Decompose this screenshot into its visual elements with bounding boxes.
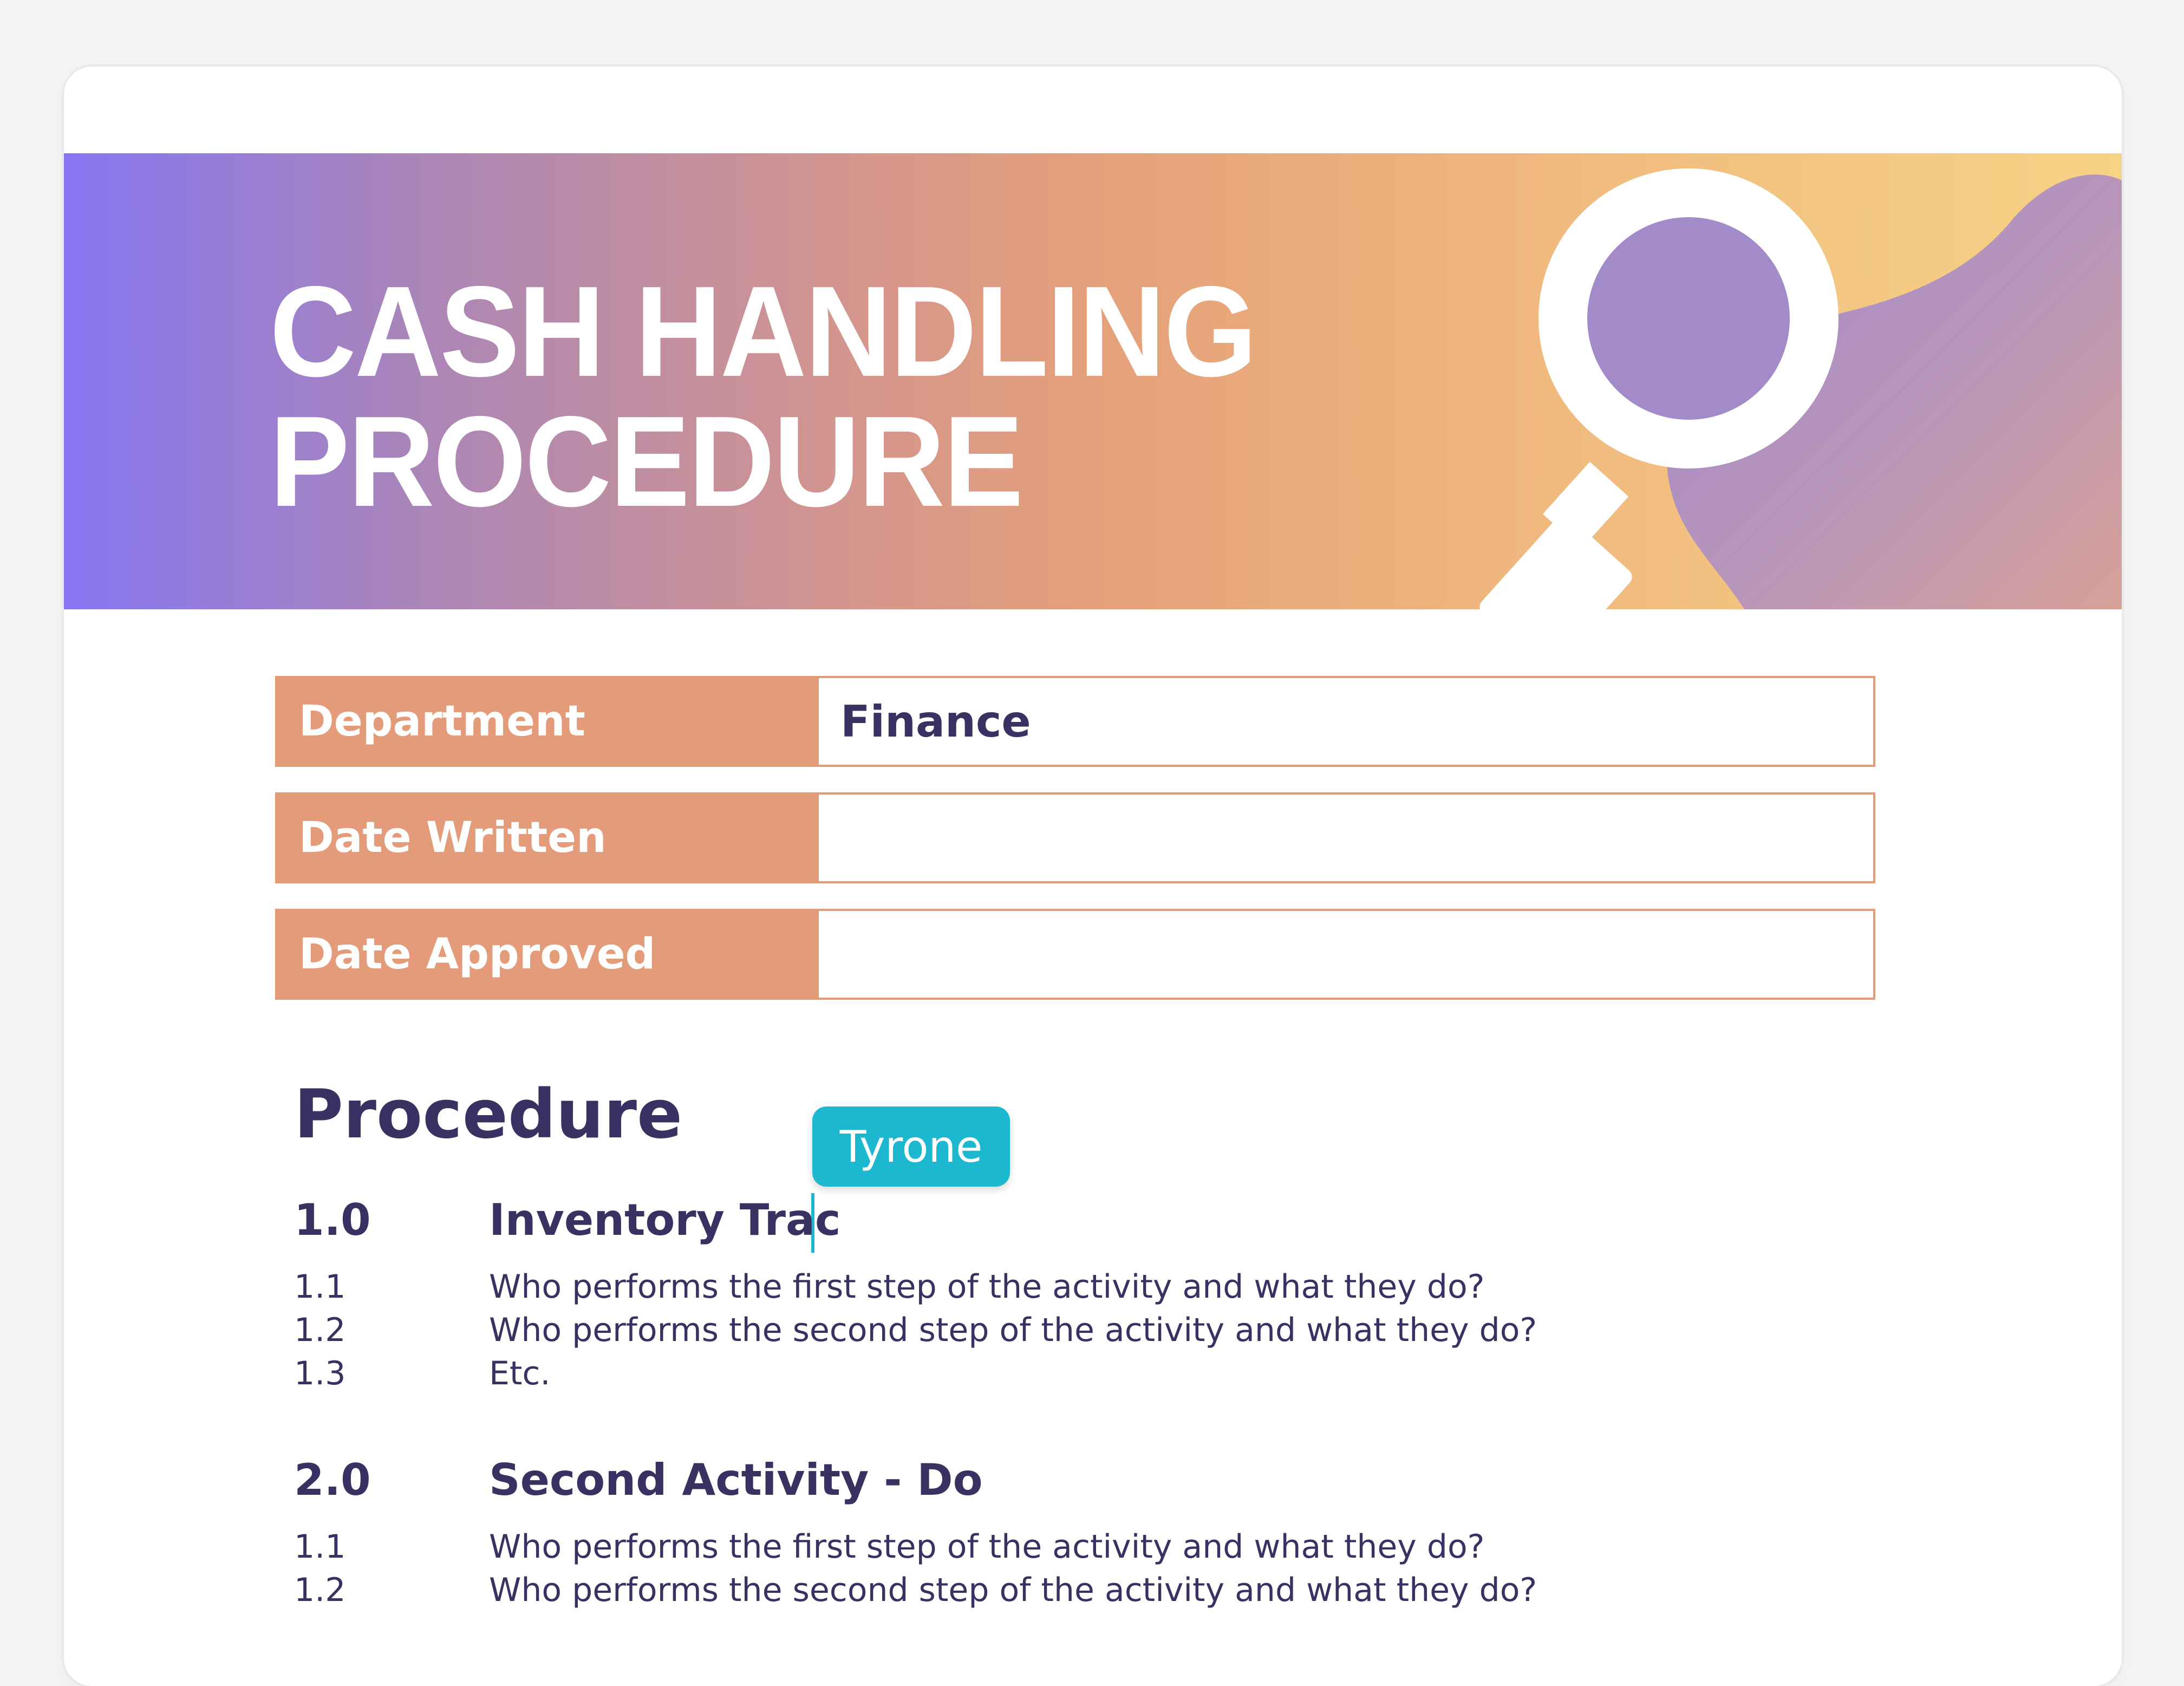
meta-value-field[interactable]	[819, 795, 1873, 881]
step-number: 1.3	[294, 1355, 346, 1392]
document-title: CASH HANDLING PROCEDURE	[270, 267, 1529, 527]
title-line-1: CASH HANDLING	[270, 260, 1257, 403]
meta-row-department: Department Finance	[275, 676, 1875, 767]
header-banner: CASH HANDLING PROCEDURE	[64, 153, 2122, 609]
meta-row-date-written: Date Written	[275, 792, 1875, 883]
step-number: 1.2	[294, 1571, 346, 1609]
step-text[interactable]: Who performs the second step of the acti…	[489, 1309, 1537, 1352]
step-text[interactable]: Who performs the first step of the activ…	[489, 1525, 1485, 1568]
meta-label: Date Written	[277, 795, 819, 881]
meta-value-field[interactable]: Finance	[819, 678, 1873, 765]
step-text[interactable]: Who performs the first step of the activ…	[489, 1265, 1485, 1309]
step-number: 1.2	[294, 1311, 346, 1349]
activity-number: 1.0	[294, 1195, 371, 1245]
document-page: CASH HANDLING PROCEDURE Department Finan…	[64, 67, 2122, 1686]
step-text[interactable]: Etc.	[489, 1352, 551, 1395]
step-text[interactable]: Who performs the second step of the acti…	[489, 1568, 1537, 1612]
step-number: 1.1	[294, 1528, 346, 1566]
activity-title[interactable]: Inventory Trac	[489, 1193, 840, 1247]
meta-row-date-approved: Date Approved	[275, 909, 1875, 1000]
step-number: 1.1	[294, 1268, 346, 1306]
procedure-heading: Procedure	[294, 1076, 683, 1154]
meta-label: Department	[277, 678, 819, 765]
meta-value-field[interactable]	[819, 911, 1873, 998]
meta-label: Date Approved	[277, 911, 819, 998]
title-line-2: PROCEDURE	[270, 390, 1023, 533]
activity-number: 2.0	[294, 1455, 371, 1505]
activity-title[interactable]: Second Activity - Do	[489, 1453, 983, 1507]
collaborator-cursor-label: Tyrone	[812, 1106, 1010, 1187]
